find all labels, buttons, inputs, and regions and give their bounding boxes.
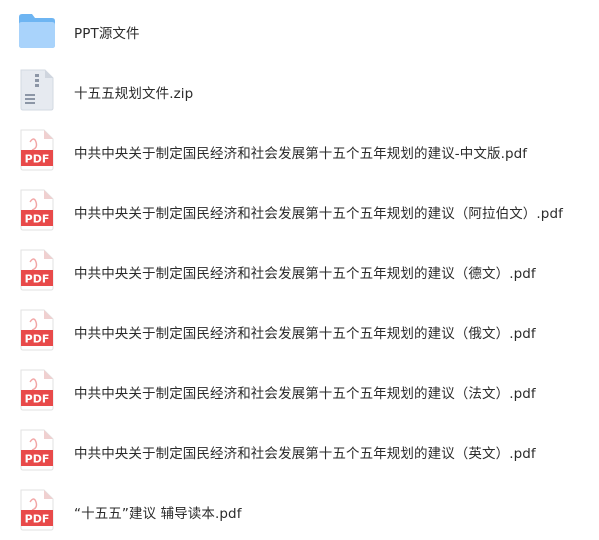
file-row-pdf-en[interactable]: PDF 中共中央关于制定国民经济和社会发展第十五个五年规划的建议（英文）.pdf bbox=[0, 420, 599, 480]
pdf-file-icon: PDF bbox=[18, 188, 56, 232]
pdf-icon-label: PDF bbox=[25, 513, 50, 526]
pdf-file-icon: PDF bbox=[18, 248, 56, 292]
zip-archive-icon bbox=[18, 68, 56, 112]
file-list: PPT源文件 十五五规划文件.zip PDF 中共中央关于制定国民经济和社会发展… bbox=[0, 0, 599, 537]
file-name: 中共中央关于制定国民经济和社会发展第十五个五年规划的建议（阿拉伯文）.pdf bbox=[74, 206, 563, 222]
file-row-pdf-guide[interactable]: PDF “十五五”建议 辅导读本.pdf bbox=[0, 480, 599, 540]
file-name: 中共中央关于制定国民经济和社会发展第十五个五年规划的建议（德文）.pdf bbox=[74, 266, 536, 282]
pdf-file-icon: PDF bbox=[18, 308, 56, 352]
pdf-icon-label: PDF bbox=[25, 213, 50, 226]
file-row-pdf-de[interactable]: PDF 中共中央关于制定国民经济和社会发展第十五个五年规划的建议（德文）.pdf bbox=[0, 240, 599, 300]
file-row-pdf-ru[interactable]: PDF 中共中央关于制定国民经济和社会发展第十五个五年规划的建议（俄文）.pdf bbox=[0, 300, 599, 360]
file-name: 十五五规划文件.zip bbox=[74, 86, 194, 102]
pdf-icon-label: PDF bbox=[25, 393, 50, 406]
file-name: PPT源文件 bbox=[74, 26, 140, 42]
file-name: “十五五”建议 辅导读本.pdf bbox=[74, 506, 242, 522]
pdf-icon-label: PDF bbox=[25, 273, 50, 286]
file-row-pdf-zh[interactable]: PDF 中共中央关于制定国民经济和社会发展第十五个五年规划的建议-中文版.pdf bbox=[0, 120, 599, 180]
file-row-pdf-fr[interactable]: PDF 中共中央关于制定国民经济和社会发展第十五个五年规划的建议（法文）.pdf bbox=[0, 360, 599, 420]
pdf-icon-label: PDF bbox=[25, 453, 50, 466]
file-row-zip[interactable]: 十五五规划文件.zip bbox=[0, 60, 599, 120]
file-name: 中共中央关于制定国民经济和社会发展第十五个五年规划的建议（俄文）.pdf bbox=[74, 326, 536, 342]
pdf-file-icon: PDF bbox=[18, 128, 56, 172]
pdf-file-icon: PDF bbox=[18, 488, 56, 532]
file-row-pdf-ar[interactable]: PDF 中共中央关于制定国民经济和社会发展第十五个五年规划的建议（阿拉伯文）.p… bbox=[0, 180, 599, 240]
pdf-file-icon: PDF bbox=[18, 428, 56, 472]
pdf-file-icon: PDF bbox=[18, 368, 56, 412]
file-name: 中共中央关于制定国民经济和社会发展第十五个五年规划的建议-中文版.pdf bbox=[74, 146, 528, 162]
file-name: 中共中央关于制定国民经济和社会发展第十五个五年规划的建议（英文）.pdf bbox=[74, 446, 536, 462]
pdf-icon-label: PDF bbox=[25, 153, 50, 166]
file-name: 中共中央关于制定国民经济和社会发展第十五个五年规划的建议（法文）.pdf bbox=[74, 386, 536, 402]
folder-icon bbox=[18, 10, 56, 54]
file-row-ppt-folder[interactable]: PPT源文件 bbox=[0, 0, 599, 60]
pdf-icon-label: PDF bbox=[25, 333, 50, 346]
